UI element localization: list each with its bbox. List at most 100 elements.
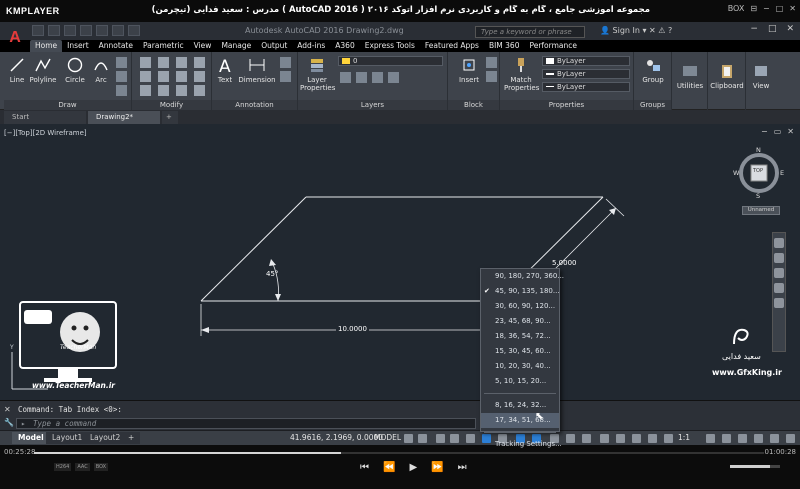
lineweight-dropdown[interactable]: ByLayer [542,69,630,79]
create-block-icon[interactable] [486,57,497,68]
polar-angle-item[interactable]: 17, 34, 51, 68... [481,413,559,428]
stretch-icon[interactable] [140,85,151,96]
file-tab-drawing2[interactable]: Drawing2* [88,111,160,124]
box-button[interactable]: BOX [728,4,745,13]
offset-icon[interactable] [194,85,205,96]
clean-screen-icon[interactable] [770,434,779,443]
polar-angle-item[interactable]: 30, 60, 90, 120... [481,299,559,314]
units-icon[interactable] [738,434,747,443]
properties-panel-title[interactable]: Properties [500,100,633,110]
new-layout-button[interactable]: + [122,432,141,444]
polyline-tool[interactable]: Polyline [26,56,60,84]
tab-bim-360[interactable]: BIM 360 [484,40,525,52]
trim-icon[interactable] [176,57,187,68]
modify-panel-title[interactable]: Modify [132,100,211,110]
selection-filter-icon[interactable] [632,434,641,443]
previous-button[interactable]: ⏮ [360,462,369,473]
layout-tab-layout2[interactable]: Layout2 [84,432,127,444]
customization-icon[interactable] [786,434,795,443]
maximize-button[interactable]: □ [776,4,784,13]
polar-angle-item[interactable]: 23, 45, 68, 90... [481,314,559,329]
layer-lock-icon[interactable] [388,72,399,83]
forward-button[interactable]: ⏩ [431,462,443,473]
edit-block-icon[interactable] [486,71,497,82]
annotation-monitor-icon[interactable] [722,434,731,443]
tab-view[interactable]: View [189,40,217,52]
match-properties-tool[interactable]: Match Properties [504,56,539,92]
polar-angle-item[interactable]: 10, 20, 30, 40... [481,359,559,374]
tab-output[interactable]: Output [256,40,292,52]
mirror-icon[interactable] [158,71,169,82]
dynamic-ucs-icon[interactable] [616,434,625,443]
layers-panel-title[interactable]: Layers [298,100,447,110]
rewind-button[interactable]: ⏪ [383,462,395,473]
isolate-objects-icon[interactable] [754,434,763,443]
leader-icon[interactable] [280,57,291,68]
layer-dropdown[interactable]: 0 [338,56,443,66]
acad-minimize-button[interactable]: − [750,24,758,34]
tab-insert[interactable]: Insert [62,40,94,52]
3d-osnap-icon[interactable] [600,434,609,443]
insert-tool[interactable]: Insert [454,56,484,84]
color-dropdown[interactable]: ByLayer [542,56,630,66]
rectangle-icon[interactable] [116,57,127,68]
close-button[interactable]: ✕ [789,4,796,13]
compass-north[interactable]: N [756,146,761,154]
play-button[interactable]: ▶ [409,462,417,473]
explode-icon[interactable] [194,71,205,82]
file-tab-start[interactable]: Start [4,111,86,124]
undo-icon[interactable] [112,25,124,36]
table-icon[interactable] [280,71,291,82]
groups-panel-title[interactable]: Groups [634,100,671,110]
infer-icon[interactable] [436,434,445,443]
compass-east[interactable]: E [780,169,784,177]
layout-tab-layout1[interactable]: Layout1 [46,432,89,444]
tab-add-ins[interactable]: Add-ins [292,40,330,52]
polar-angle-item[interactable]: 18, 36, 54, 72... [481,329,559,344]
pan-icon[interactable] [774,253,784,263]
close-icon[interactable]: ✕ [4,405,11,414]
seek-bar[interactable] [34,452,764,454]
save-icon[interactable] [64,25,76,36]
tab-home[interactable]: Home [30,40,63,52]
selection-cycling-icon[interactable] [582,434,591,443]
workspace-icon[interactable] [706,434,715,443]
group-tool[interactable]: Group [638,56,668,84]
rotate-icon[interactable] [158,57,169,68]
drawing-canvas[interactable]: [−][Top][2D Wireframe] − ▭ ✕ 45° 10.0000… [0,124,800,400]
gizmo-icon[interactable] [648,434,657,443]
array-icon[interactable] [176,85,187,96]
steering-wheel-icon[interactable] [774,238,784,248]
annotation-panel-title[interactable]: Annotation [212,100,297,110]
command-input[interactable]: ▸ Type a command [16,418,476,429]
redo-icon[interactable] [128,25,140,36]
search-input[interactable]: Type a keyword or phrase [475,26,585,38]
draw-panel-title[interactable]: Draw [4,100,131,110]
block-panel-title[interactable]: Block [448,100,499,110]
line-tool[interactable]: Line [6,56,28,84]
new-tab-button[interactable]: + [162,111,178,124]
wrench-icon[interactable]: 🔧 [4,418,14,427]
dynamic-input-icon[interactable] [450,434,459,443]
annotation-scale[interactable]: 1:1 [678,433,690,442]
compass-south[interactable]: S [756,192,760,200]
tab-express-tools[interactable]: Express Tools [360,40,420,52]
volume-slider[interactable] [730,465,780,468]
showmotion-icon[interactable] [774,298,784,308]
viewcube-top-face[interactable]: TOP [753,168,763,174]
tab-manage[interactable]: Manage [216,40,256,52]
polar-angle-item[interactable]: 90, 180, 270, 360... [481,269,564,284]
transparency-icon[interactable] [566,434,575,443]
zoom-icon[interactable] [774,268,784,278]
tracking-settings-item[interactable]: Tracking Settings... [481,437,562,452]
tab-performance[interactable]: Performance [524,40,582,52]
layer-freeze-icon[interactable] [372,72,383,83]
tab-parametric[interactable]: Parametric [138,40,189,52]
linetype-dropdown[interactable]: ByLayer [542,82,630,92]
scale-icon[interactable] [158,85,169,96]
arc-tool[interactable]: Arc [90,56,112,84]
hatch-icon[interactable] [116,71,127,82]
ortho-icon[interactable] [466,434,475,443]
clipboard-tool[interactable]: Clipboard [710,62,744,90]
acad-maximize-button[interactable]: □ [768,24,777,34]
